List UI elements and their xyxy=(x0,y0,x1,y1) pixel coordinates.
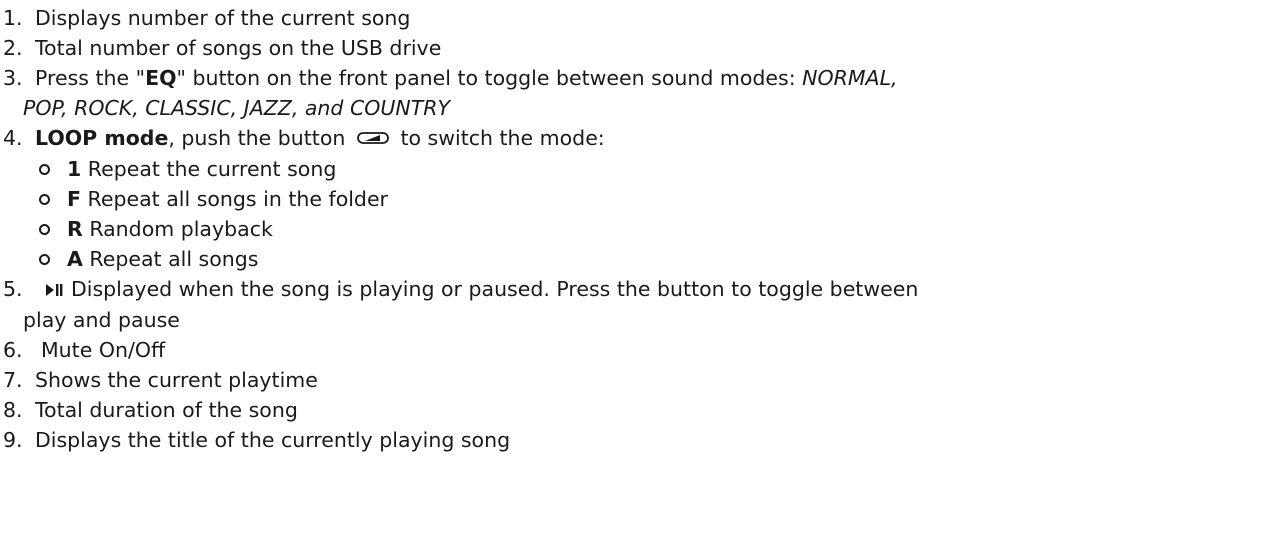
option-text: Random playback xyxy=(89,217,273,241)
loop-mode-label: LOOP mode xyxy=(35,126,169,150)
list-item-3-continuation: POP, ROCK, CLASSIC, JAZZ, and COUNTRY xyxy=(3,93,1271,123)
option-text: Repeat the current song xyxy=(87,157,337,181)
loop-text-pre: , push the button xyxy=(168,126,346,150)
item-text: Displays number of the current song xyxy=(35,6,411,30)
item-number: 5. xyxy=(3,277,23,301)
loop-option-random: R Random playback xyxy=(39,214,1271,244)
item-number: 4. xyxy=(3,126,23,150)
loop-option-repeat-folder: F Repeat all songs in the folder xyxy=(39,184,1271,214)
item-number: 3. xyxy=(3,66,23,90)
loop-mode-options: 1 Repeat the current song F Repeat all s… xyxy=(3,154,1271,274)
bullet-icon xyxy=(39,163,50,175)
list-item-8: 8. Total duration of the song xyxy=(3,395,1271,425)
play-pause-text-line2: play and pause xyxy=(23,308,180,332)
option-key: A xyxy=(67,247,83,271)
list-item-3: 3. Press the "EQ" button on the front pa… xyxy=(3,63,1271,93)
option-key: 1 xyxy=(67,157,82,181)
loop-option-repeat-one: 1 Repeat the current song xyxy=(39,154,1271,184)
loop-text-post: to switch the mode: xyxy=(400,126,605,150)
item-text: Shows the current playtime xyxy=(35,368,318,392)
list-item-1: 1. Displays number of the current song xyxy=(3,3,1271,33)
option-key: R xyxy=(67,217,83,241)
item-text: Total duration of the song xyxy=(35,398,298,422)
item-text: LOOP mode, push the button to switch the… xyxy=(35,123,1271,154)
item-number: 1. xyxy=(3,6,23,30)
item-number: 2. xyxy=(3,36,23,60)
list-item-6: 6. Mute On/Off xyxy=(3,335,1271,365)
list-item-2: 2. Total number of songs on the USB driv… xyxy=(3,33,1271,63)
item-number: 6. xyxy=(3,338,23,362)
bullet-icon xyxy=(39,193,50,205)
eq-text-pre: Press the " xyxy=(35,66,146,90)
list-item-7: 7. Shows the current playtime xyxy=(3,365,1271,395)
eq-label: EQ xyxy=(145,66,177,90)
sound-modes-line2: POP, ROCK, CLASSIC, JAZZ, and COUNTRY xyxy=(23,96,451,120)
item-text: Displayed when the song is playing or pa… xyxy=(35,274,1271,305)
bullet-icon xyxy=(39,223,50,235)
list-item-9: 9. Displays the title of the currently p… xyxy=(3,425,1271,455)
list-item-5: 5. Displayed when the song is playing or… xyxy=(3,274,1271,305)
instructions-list: 1. Displays number of the current song 2… xyxy=(0,0,1271,455)
bullet-icon xyxy=(39,253,50,265)
list-item-5-continuation: play and pause xyxy=(3,305,1271,335)
item-text: Displays the title of the currently play… xyxy=(35,428,511,452)
play-pause-icon xyxy=(45,275,63,305)
item-text: Press the "EQ" button on the front panel… xyxy=(35,63,1271,93)
item-number: 7. xyxy=(3,368,23,392)
option-text: Repeat all songs xyxy=(89,247,259,271)
eq-text-mid: " button on the front panel to toggle be… xyxy=(176,66,803,90)
loop-mode-icon xyxy=(356,124,390,154)
item-text: Mute On/Off xyxy=(41,338,166,362)
sound-modes-line1: NORMAL, xyxy=(802,66,898,90)
item-number: 9. xyxy=(3,428,23,452)
option-text: Repeat all songs in the folder xyxy=(87,187,388,211)
item-number: 8. xyxy=(3,398,23,422)
list-item-4: 4. LOOP mode, push the button to switch … xyxy=(3,123,1271,154)
item-text: Total number of songs on the USB drive xyxy=(35,36,442,60)
play-pause-text-line1: Displayed when the song is playing or pa… xyxy=(71,277,919,301)
loop-option-repeat-all: A Repeat all songs xyxy=(39,244,1271,274)
option-key: F xyxy=(67,187,82,211)
